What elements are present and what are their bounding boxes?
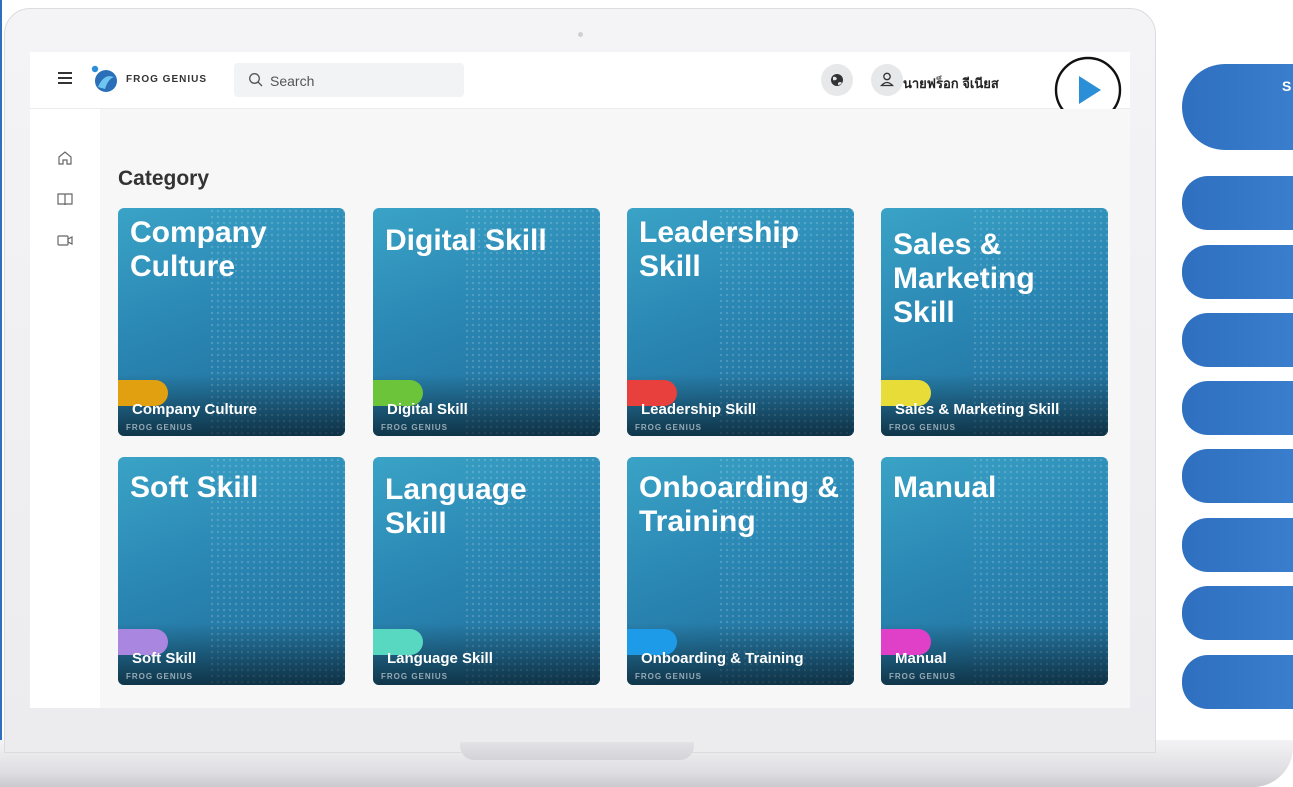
side-panel-item-5[interactable] — [1182, 381, 1293, 435]
card-watermark: FROG GENIUS — [381, 672, 449, 681]
card-watermark: FROG GENIUS — [889, 423, 957, 432]
card-headline: Company Culture — [130, 216, 267, 283]
app-screen: FROG GENIUS Search นายฟร็อก จีเนียส Cate… — [30, 52, 1130, 708]
card-headline: Soft Skill — [130, 471, 259, 504]
main-content: Category Company Culture Company Culture… — [100, 109, 1130, 708]
card-label: Company Culture — [132, 401, 258, 418]
category-card-onboarding-training[interactable]: Onboarding & Training Onboarding & Train… — [627, 457, 854, 685]
video-icon[interactable] — [57, 232, 73, 248]
laptop-notch — [460, 742, 694, 760]
card-headline: Onboarding & Training — [639, 471, 839, 538]
category-card-manual[interactable]: Manual Manual FROG GENIUS — [881, 457, 1108, 685]
side-panel-item-1[interactable]: S — [1182, 64, 1293, 150]
home-icon[interactable] — [57, 150, 73, 166]
card-label: Soft Skill — [132, 650, 197, 667]
category-card-sales-marketing-skill[interactable]: Sales & Marketing Skill Sales & Marketin… — [881, 208, 1108, 436]
card-watermark: FROG GENIUS — [635, 423, 703, 432]
side-panel-item-7[interactable] — [1182, 518, 1293, 572]
brand-name: FROG GENIUS — [126, 74, 208, 85]
category-card-language-skill[interactable]: Language Skill Language Skill FROG GENIU… — [373, 457, 600, 685]
menu-icon[interactable] — [58, 72, 72, 84]
category-card-soft-skill[interactable]: Soft Skill Soft Skill FROG GENIUS — [118, 457, 345, 685]
card-watermark: FROG GENIUS — [381, 423, 449, 432]
card-watermark: FROG GENIUS — [126, 672, 194, 681]
side-panel-item-9[interactable] — [1182, 655, 1293, 709]
card-headline: Digital Skill — [385, 224, 547, 257]
card-headline: Sales & Marketing Skill — [893, 228, 1035, 329]
search-icon — [249, 73, 263, 87]
category-card-leadership-skill[interactable]: Leadership Skill Leadership Skill FROG G… — [627, 208, 854, 436]
card-label: Manual — [895, 650, 947, 667]
card-label: Leadership Skill — [641, 401, 757, 418]
search-input[interactable]: Search — [234, 63, 464, 97]
frog-logo-icon — [91, 65, 117, 92]
book-icon[interactable] — [57, 191, 73, 207]
side-panel-item-4[interactable] — [1182, 313, 1293, 367]
language-button[interactable] — [821, 64, 853, 96]
card-headline: Manual — [893, 471, 997, 504]
laptop-camera — [578, 32, 583, 37]
globe-icon — [831, 74, 843, 86]
card-label: Digital Skill — [387, 401, 468, 418]
side-panel-item-6[interactable] — [1182, 449, 1293, 503]
card-headline: Leadership Skill — [639, 216, 800, 283]
card-watermark: FROG GENIUS — [635, 672, 703, 681]
user-name[interactable]: นายฟร็อก จีเนียส — [903, 73, 999, 94]
category-card-company-culture[interactable]: Company Culture Company Culture FROG GEN… — [118, 208, 345, 436]
page-left-edge — [0, 0, 2, 787]
card-label: Sales & Marketing Skill — [895, 401, 1060, 418]
side-panel-label: S — [1282, 78, 1292, 94]
card-watermark: FROG GENIUS — [889, 672, 957, 681]
card-label: Language Skill — [387, 650, 493, 667]
user-icon — [880, 72, 894, 87]
category-card-digital-skill[interactable]: Digital Skill Digital Skill FROG GENIUS — [373, 208, 600, 436]
user-avatar[interactable] — [871, 64, 903, 96]
card-headline: Language Skill — [385, 473, 527, 540]
side-panel-item-3[interactable] — [1182, 245, 1293, 299]
search-placeholder: Search — [270, 73, 315, 89]
sidebar — [30, 109, 101, 708]
side-panel-item-2[interactable] — [1182, 176, 1293, 230]
side-panel-item-8[interactable] — [1182, 586, 1293, 640]
top-bar: FROG GENIUS Search นายฟร็อก จีเนียส — [30, 52, 1130, 124]
card-watermark: FROG GENIUS — [126, 423, 194, 432]
page-title: Category — [118, 167, 210, 190]
card-label: Onboarding & Training — [641, 650, 804, 667]
